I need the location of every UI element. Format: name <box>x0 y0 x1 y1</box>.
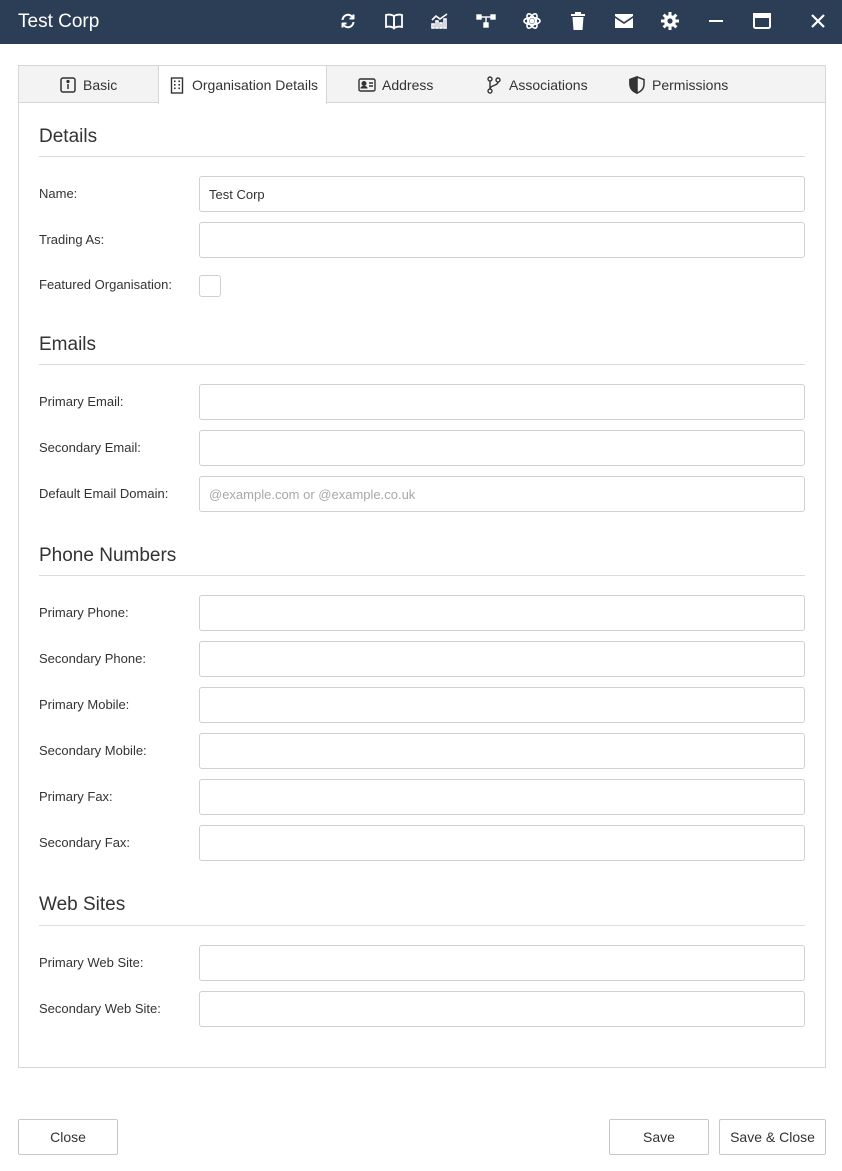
network-icon[interactable] <box>470 6 502 36</box>
secondary-phone-input[interactable] <box>199 641 805 677</box>
secondary-mobile-input[interactable] <box>199 733 805 769</box>
primary-web-site-input[interactable] <box>199 945 805 981</box>
info-icon <box>59 76 77 94</box>
primary-fax-label: Primary Fax: <box>39 789 113 804</box>
tab-strip: Basic Organisation Details Address Assoc… <box>19 66 825 104</box>
tab-label: Address <box>382 76 434 93</box>
window-titlebar: Test Corp <box>0 0 842 44</box>
primary-phone-label: Primary Phone: <box>39 605 129 620</box>
settings-icon[interactable] <box>654 6 686 36</box>
trash-icon[interactable] <box>562 6 594 36</box>
primary-mobile-label: Primary Mobile: <box>39 697 130 712</box>
atom-icon[interactable] <box>516 6 548 36</box>
trading-as-label: Trading As: <box>39 232 105 247</box>
branch-icon <box>485 75 503 94</box>
primary-fax-input[interactable] <box>199 779 805 815</box>
section-divider <box>39 925 805 926</box>
primary-phone-input[interactable] <box>199 595 805 631</box>
name-label: Name: <box>39 186 78 201</box>
refresh-icon[interactable] <box>332 6 364 36</box>
secondary-email-input[interactable] <box>199 430 805 466</box>
chart-icon[interactable] <box>424 6 456 36</box>
tab-label: Permissions <box>652 76 729 93</box>
window-title: Test Corp <box>18 11 100 32</box>
tab-label: Basic <box>83 76 118 93</box>
tab-label: Organisation Details <box>192 77 319 93</box>
secondary-mobile-label: Secondary Mobile: <box>39 743 147 758</box>
tab-address[interactable]: Address <box>358 66 433 103</box>
shield-icon <box>628 75 646 94</box>
tab-permissions[interactable]: Permissions <box>628 66 728 103</box>
featured-organisation-checkbox[interactable] <box>199 275 221 297</box>
tab-organisation-details[interactable]: Organisation Details <box>158 66 327 104</box>
secondary-email-label: Secondary Email: <box>39 440 141 455</box>
default-email-domain-label: Default Email Domain: <box>39 486 169 501</box>
section-divider <box>39 156 805 157</box>
close-button[interactable]: Close <box>18 1119 118 1155</box>
primary-mobile-input[interactable] <box>199 687 805 723</box>
maximize-icon[interactable] <box>746 6 778 36</box>
mail-icon[interactable] <box>608 6 640 36</box>
section-heading-details: Details <box>39 126 98 147</box>
save-and-close-button[interactable]: Save & Close <box>719 1119 826 1155</box>
primary-web-site-label: Primary Web Site: <box>39 955 144 970</box>
form-panel: Basic Organisation Details Address Assoc… <box>18 65 826 1068</box>
section-heading-emails: Emails <box>39 334 97 355</box>
book-icon[interactable] <box>378 6 410 36</box>
section-heading-web-sites: Web Sites <box>39 894 126 915</box>
section-divider <box>39 575 805 576</box>
default-email-domain-input[interactable] <box>199 476 805 512</box>
close-icon[interactable] <box>802 6 834 36</box>
secondary-web-site-input[interactable] <box>199 991 805 1027</box>
secondary-fax-label: Secondary Fax: <box>39 835 131 850</box>
building-icon <box>168 76 186 94</box>
secondary-web-site-label: Secondary Web Site: <box>39 1001 161 1016</box>
tab-basic[interactable]: Basic <box>59 66 117 103</box>
minimize-icon[interactable] <box>700 6 732 36</box>
secondary-fax-input[interactable] <box>199 825 805 861</box>
section-heading-phone-numbers: Phone Numbers <box>39 545 177 566</box>
primary-email-label: Primary Email: <box>39 394 124 409</box>
primary-email-input[interactable] <box>199 384 805 420</box>
name-input[interactable] <box>199 176 805 212</box>
tab-associations[interactable]: Associations <box>485 66 588 103</box>
save-button[interactable]: Save <box>609 1119 709 1155</box>
section-divider <box>39 364 805 365</box>
featured-organisation-label: Featured Organisation: <box>39 277 172 292</box>
secondary-phone-label: Secondary Phone: <box>39 651 146 666</box>
tab-label: Associations <box>509 76 588 93</box>
trading-as-input[interactable] <box>199 222 805 258</box>
address-card-icon <box>358 76 376 94</box>
